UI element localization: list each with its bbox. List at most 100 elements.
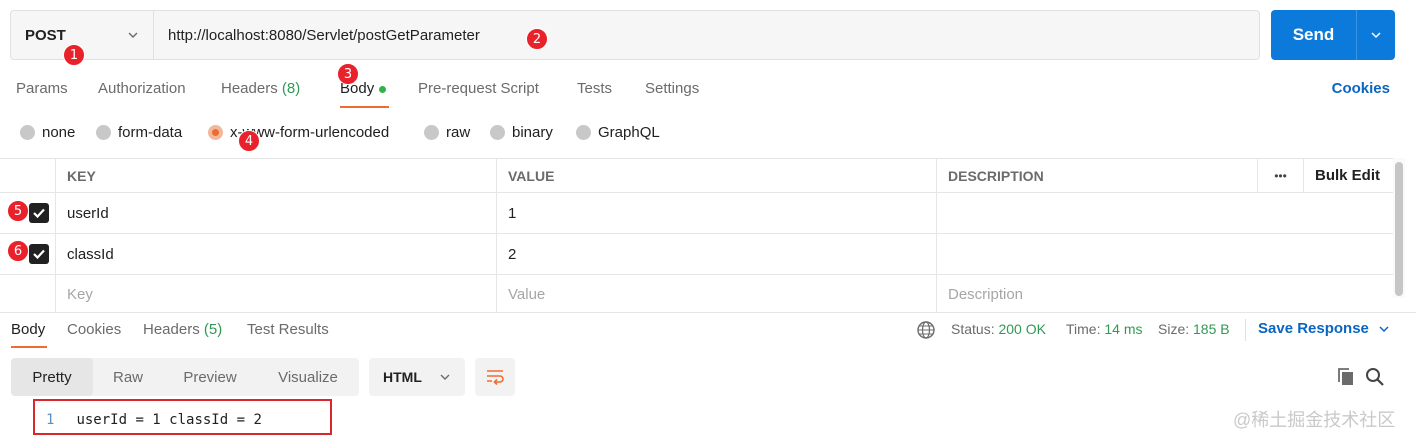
radio-circle xyxy=(576,125,591,140)
table-header-row: KEY VALUE DESCRIPTION ••• Bulk Edit xyxy=(0,159,1393,193)
radio-form-data[interactable]: form-data xyxy=(96,124,182,141)
view-raw[interactable]: Raw xyxy=(93,358,163,396)
time-info: Time: 14 ms xyxy=(1066,321,1143,337)
response-tabs: Body Cookies Headers (5) Test Results St… xyxy=(0,312,1416,348)
status-value: 200 OK xyxy=(998,321,1046,337)
wrap-lines-icon xyxy=(487,370,504,386)
key-cell[interactable]: userId xyxy=(55,193,496,233)
description-cell[interactable] xyxy=(936,234,1393,274)
url-text: http://localhost:8080/Servlet/postGetPar… xyxy=(168,26,480,44)
wrap-lines-button[interactable] xyxy=(475,358,515,396)
radio-label: GraphQL xyxy=(598,124,660,141)
format-select[interactable]: HTML xyxy=(369,358,465,396)
radio-circle xyxy=(490,125,505,140)
view-preview[interactable]: Preview xyxy=(163,358,257,396)
send-options-button[interactable] xyxy=(1357,10,1395,60)
watermark: @稀土掘金技术社区 xyxy=(1233,410,1396,430)
value-cell[interactable]: 1 xyxy=(496,193,936,233)
chevron-down-icon xyxy=(1379,325,1389,332)
active-tab-underline xyxy=(11,346,47,348)
method-label: POST xyxy=(25,26,66,44)
value-input[interactable]: Value xyxy=(496,275,936,313)
url-input[interactable]: http://localhost:8080/Servlet/postGetPar… xyxy=(154,11,1259,59)
column-header-description: DESCRIPTION xyxy=(936,159,1257,192)
save-response-label: Save Response xyxy=(1258,320,1369,337)
table-row: userId 1 xyxy=(0,193,1393,234)
divider xyxy=(1245,319,1246,341)
table-row: classId 2 xyxy=(0,234,1393,275)
code-text: userId = 1 classId = 2 xyxy=(76,412,262,428)
radio-none[interactable]: none xyxy=(20,124,75,141)
annotation-badge-3: 3 xyxy=(337,63,359,85)
tab-headers[interactable]: Headers (8) xyxy=(221,80,300,97)
response-tab-cookies[interactable]: Cookies xyxy=(67,321,121,338)
response-view-selector: Pretty Raw Preview Visualize xyxy=(11,358,359,396)
column-header-key: KEY xyxy=(55,159,496,192)
tab-pre-request-script[interactable]: Pre-request Script xyxy=(418,80,539,97)
chevron-down-icon xyxy=(128,32,138,38)
key-input[interactable]: Key xyxy=(55,275,496,313)
tab-tests[interactable]: Tests xyxy=(577,80,612,97)
column-header-value: VALUE xyxy=(496,159,936,192)
line-number: 1 xyxy=(46,412,55,428)
response-tab-body[interactable]: Body xyxy=(11,321,45,338)
globe-icon-svg xyxy=(917,321,935,339)
response-tab-test-results[interactable]: Test Results xyxy=(247,321,329,338)
view-visualize[interactable]: Visualize xyxy=(257,358,359,396)
copy-icon[interactable] xyxy=(1335,366,1357,388)
annotation-badge-6: 6 xyxy=(7,240,29,262)
key-cell[interactable]: classId xyxy=(55,234,496,274)
tab-settings[interactable]: Settings xyxy=(645,80,699,97)
time-label: Time: xyxy=(1066,321,1101,337)
checkbox-checked xyxy=(29,203,49,223)
table-scrollbar[interactable] xyxy=(1395,162,1403,296)
save-response-button[interactable]: Save Response xyxy=(1258,320,1390,337)
annotation-badge-4: 4 xyxy=(238,130,260,152)
request-bar: POST http://localhost:8080/Servlet/postG… xyxy=(10,10,1260,60)
size-label: Size: xyxy=(1158,321,1190,337)
body-indicator-dot xyxy=(379,85,387,93)
params-table: KEY VALUE DESCRIPTION ••• Bulk Edit user… xyxy=(0,158,1393,313)
status-label: Status: xyxy=(951,321,995,337)
request-tabs: Params Authorization Headers (8) Body Pr… xyxy=(0,72,1416,108)
table-row-placeholder: Key Value Description xyxy=(0,275,1393,313)
send-button-group: Send xyxy=(1271,10,1395,60)
active-tab-underline xyxy=(340,106,389,108)
radio-graphql[interactable]: GraphQL xyxy=(576,124,660,141)
radio-x-www-form-urlencoded[interactable]: x-www-form-urlencoded xyxy=(208,124,389,141)
time-value: 14 ms xyxy=(1104,321,1143,337)
radio-circle-selected xyxy=(208,125,223,140)
globe-icon[interactable] xyxy=(916,320,936,345)
search-icon[interactable] xyxy=(1364,366,1386,388)
radio-circle xyxy=(424,125,439,140)
response-tab-headers[interactable]: Headers (5) xyxy=(143,321,222,338)
radio-label: form-data xyxy=(118,124,183,141)
view-pretty[interactable]: Pretty xyxy=(11,358,93,396)
size-info: Size: 185 B xyxy=(1158,321,1230,337)
radio-circle xyxy=(96,125,111,140)
bulk-edit-button[interactable]: Bulk Edit xyxy=(1303,159,1393,192)
tab-authorization[interactable]: Authorization xyxy=(98,80,186,97)
description-cell[interactable] xyxy=(936,193,1393,233)
radio-label: raw xyxy=(446,124,471,141)
tab-params[interactable]: Params xyxy=(16,80,68,97)
annotation-badge-5: 5 xyxy=(7,200,29,222)
cookies-link[interactable]: Cookies xyxy=(1332,80,1390,97)
annotation-badge-2: 2 xyxy=(526,28,548,50)
radio-label: binary xyxy=(512,124,553,141)
radio-raw[interactable]: raw xyxy=(424,124,470,141)
search-icon-svg xyxy=(1366,368,1384,386)
copy-icon-svg xyxy=(1338,368,1353,385)
format-label: HTML xyxy=(383,369,422,385)
size-value: 185 B xyxy=(1193,321,1230,337)
value-cell[interactable]: 2 xyxy=(496,234,936,274)
tab-count: (8) xyxy=(281,80,301,97)
tab-count: (5) xyxy=(203,321,223,338)
radio-binary[interactable]: binary xyxy=(490,124,553,141)
status-info: Status: 200 OK xyxy=(951,321,1046,337)
description-input[interactable]: Description xyxy=(936,275,1393,313)
more-options-icon[interactable]: ••• xyxy=(1257,159,1303,192)
send-button[interactable]: Send xyxy=(1271,10,1357,60)
check-icon xyxy=(33,208,45,219)
checkbox-checked xyxy=(29,244,49,264)
